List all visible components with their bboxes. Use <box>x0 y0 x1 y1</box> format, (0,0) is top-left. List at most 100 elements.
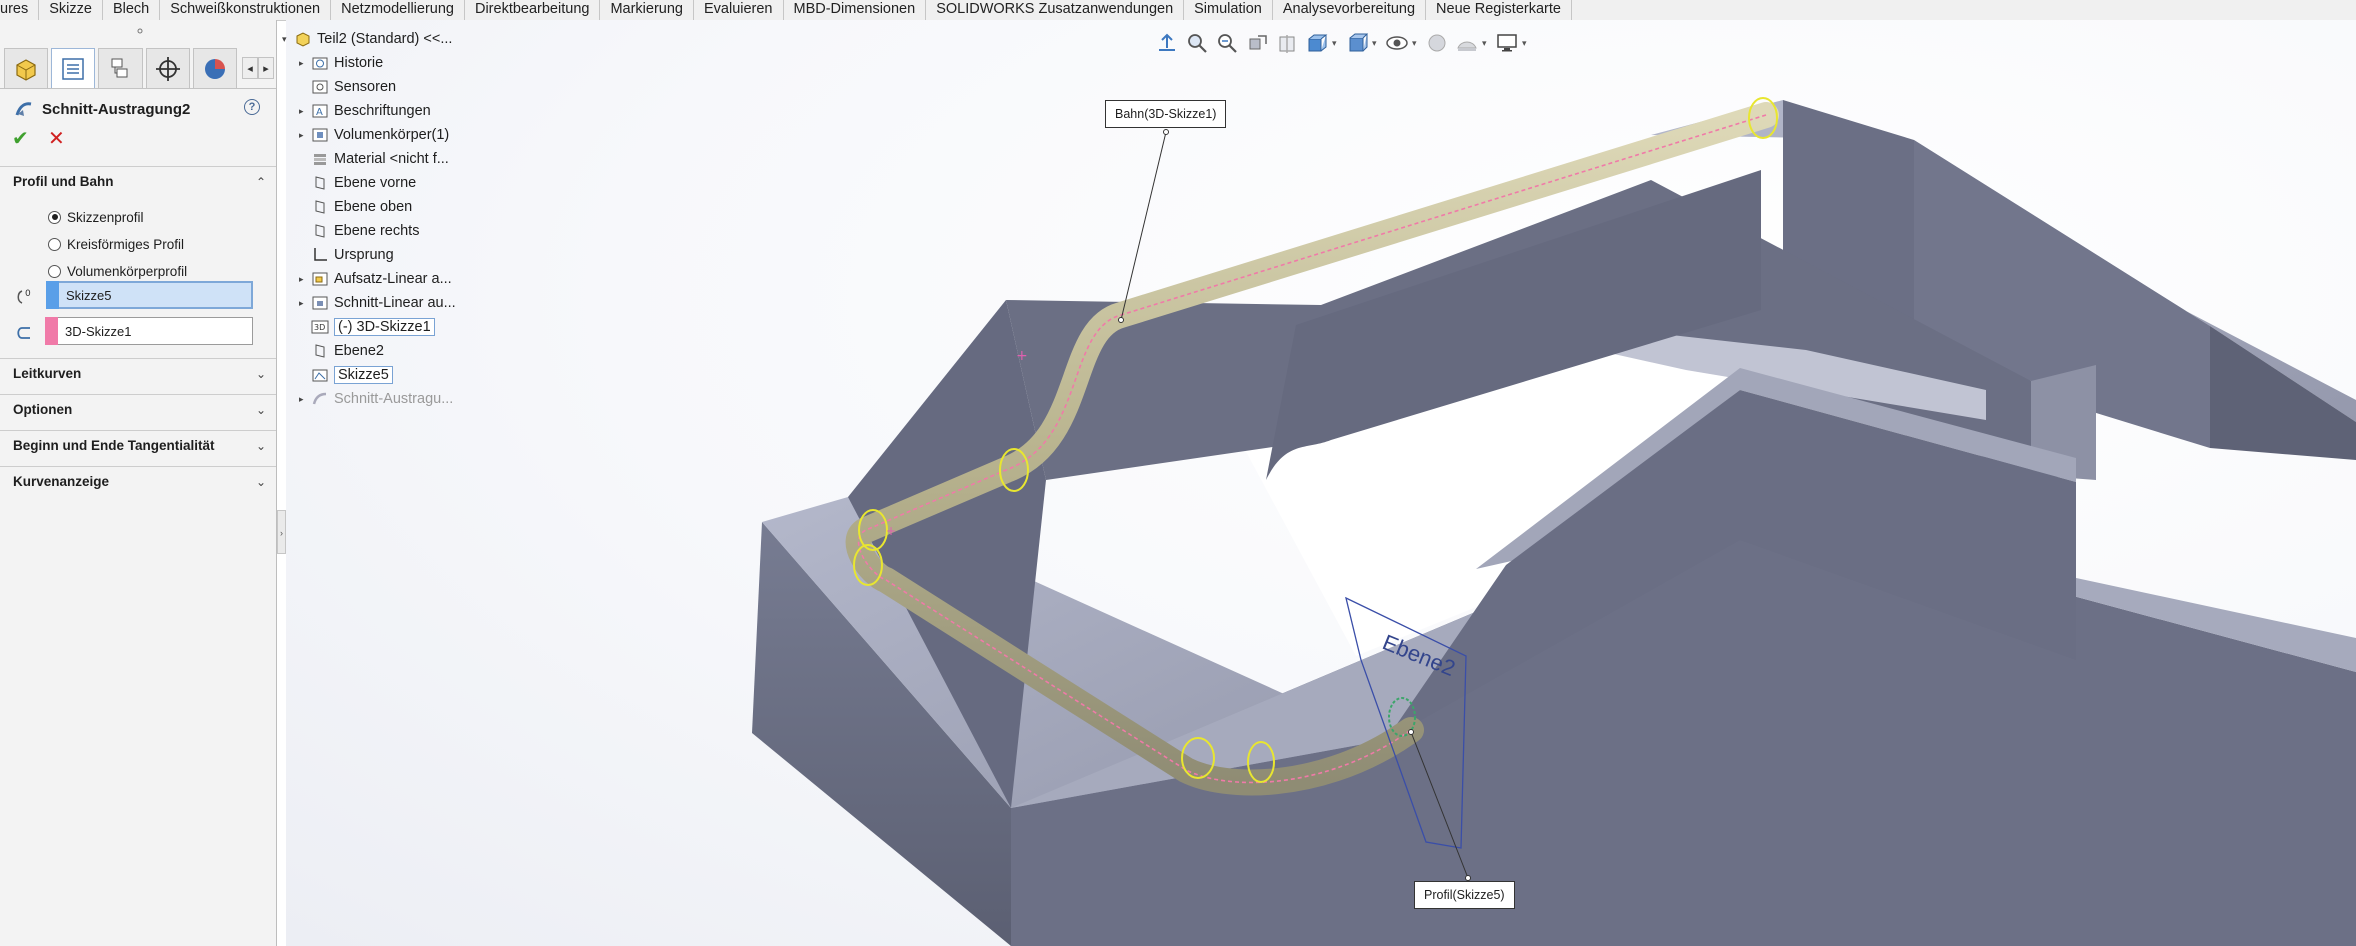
view-settings-dropdown-icon[interactable]: ▾ <box>1522 38 1532 49</box>
radio-label-sketch-profile: Skizzenprofil <box>67 209 144 225</box>
tree-item[interactable]: Ursprung <box>299 244 394 266</box>
tree-item[interactable]: ▸ Schnitt-Linear au... <box>299 292 456 314</box>
scene-dropdown-icon[interactable]: ▾ <box>1482 38 1492 49</box>
tab-property-manager[interactable] <box>51 48 96 88</box>
cancel-button[interactable]: ✕ <box>48 128 70 150</box>
tab-feature-manager[interactable] <box>4 48 49 88</box>
expand-arrow-icon[interactable]: ▸ <box>299 274 311 285</box>
tab-dimxpert-manager[interactable] <box>145 48 190 88</box>
section-view-button[interactable] <box>1272 29 1302 57</box>
expand-arrow-icon[interactable]: ▸ <box>299 58 311 69</box>
ribbon-tab[interactable]: Skizze <box>39 0 103 20</box>
callout-profile[interactable]: Profil(Skizze5) <box>1414 881 1515 909</box>
view-settings-button[interactable] <box>1492 29 1522 57</box>
ribbon-tab[interactable]: ures <box>0 0 40 20</box>
heads-up-view-toolbar: ▾ ▾ ▾ ▾ ▾ <box>1152 28 1532 58</box>
chevron-down-icon[interactable]: ⌄ <box>256 467 266 497</box>
tree-item-label: Ebene rechts <box>334 223 420 239</box>
tree-item[interactable]: Ebene rechts <box>299 220 419 242</box>
expand-arrow-icon[interactable]: ▸ <box>299 130 311 141</box>
ok-button[interactable]: ✔ <box>12 128 34 150</box>
section-curvature-display[interactable]: Kurvenanzeige ⌄ <box>0 466 276 496</box>
scene-icon <box>1457 41 1477 51</box>
expand-arrow-icon[interactable]: ▸ <box>299 298 311 309</box>
view-orientation-dropdown-icon[interactable]: ▾ <box>1332 38 1342 49</box>
tab-display-manager[interactable] <box>192 48 238 88</box>
tree-root[interactable]: ▾ Teil2 (Standard) <<... <box>282 28 452 50</box>
edit-appearance-button[interactable] <box>1422 29 1452 57</box>
tree-item[interactable]: ▸ Aufsatz-Linear a... <box>299 268 452 290</box>
ribbon-tab[interactable]: Blech <box>103 0 161 20</box>
tree-item-label: Schnitt-Austragu... <box>334 391 454 407</box>
ribbon-tab[interactable]: MBD-Dimensionen <box>784 0 927 20</box>
section-guide-curves[interactable]: Leitkurven ⌄ <box>0 358 276 388</box>
sketch3d-icon: 3D <box>311 318 329 336</box>
tree-item[interactable]: Ebene2 <box>299 340 384 362</box>
sensor-icon <box>311 78 329 96</box>
model-view[interactable]: Ebene2 + + <box>286 20 2356 946</box>
tree-item[interactable]: Sensoren <box>299 76 396 98</box>
ribbon-tab[interactable]: SOLIDWORKS Zusatzanwendungen <box>926 0 1185 20</box>
scroll-right-icon[interactable]: ▸ <box>258 57 275 79</box>
previous-view-button[interactable] <box>1242 29 1272 57</box>
panel-collapse-handle[interactable]: › <box>277 510 286 554</box>
tree-item[interactable]: Ebene vorne <box>299 172 416 194</box>
display-style-dropdown-icon[interactable]: ▾ <box>1372 38 1382 49</box>
view-orientation-cube-button[interactable] <box>1302 29 1332 57</box>
display-style-button[interactable] <box>1342 29 1372 57</box>
scroll-left-icon[interactable]: ◂ <box>242 57 259 79</box>
path-selection-icon <box>17 327 30 339</box>
section-profile-and-path[interactable]: Profil und Bahn ⌃ <box>0 166 276 196</box>
hide-show-dropdown-icon[interactable]: ▾ <box>1412 38 1422 49</box>
tree-item[interactable]: Ebene oben <box>299 196 412 218</box>
tree-item[interactable]: ▸ Volumenkörper(1) <box>299 124 449 146</box>
tree-item-label: Beschriftungen <box>334 103 431 119</box>
hide-show-items-button[interactable] <box>1382 29 1412 57</box>
ribbon-tab[interactable]: Neue Registerkarte <box>1426 0 1572 20</box>
zoom-to-fit-button[interactable] <box>1182 29 1212 57</box>
tree-item[interactable]: Material <nicht f... <box>299 148 449 170</box>
expand-arrow-icon[interactable]: ▸ <box>299 106 311 117</box>
ribbon-tab[interactable]: Schweißkonstruktionen <box>160 0 332 20</box>
zoom-to-area-button[interactable] <box>1212 29 1242 57</box>
tree-item[interactable]: ▸ A Beschriftungen <box>299 100 431 122</box>
path-selection-box[interactable]: 3D-Skizze1 <box>45 317 253 345</box>
expand-arrow-icon[interactable]: ▸ <box>299 394 311 405</box>
ribbon-tab[interactable]: Simulation <box>1184 0 1273 20</box>
tree-item-label: Ebene2 <box>334 343 384 359</box>
collapse-arrow-icon[interactable]: ▾ <box>282 34 294 45</box>
ribbon-tab[interactable]: Evaluieren <box>694 0 784 20</box>
radio-button-selected[interactable] <box>48 210 61 224</box>
radio-circular-profile[interactable]: Kreisförmiges Profil <box>48 233 184 255</box>
section-tangency[interactable]: Beginn und Ende Tangentialität ⌄ <box>0 430 276 460</box>
chevron-up-icon[interactable]: ⌃ <box>256 167 266 197</box>
chevron-down-icon[interactable]: ⌄ <box>256 395 266 425</box>
help-icon[interactable]: ? <box>244 99 260 115</box>
tree-item[interactable]: ▸ Schnitt-Austragu... <box>299 388 453 410</box>
chevron-down-icon[interactable]: ⌄ <box>256 359 266 389</box>
ribbon-tab[interactable]: Netzmodellierung <box>331 0 465 20</box>
apply-scene-button[interactable] <box>1452 29 1482 57</box>
tree-item[interactable]: Skizze5 <box>299 364 393 386</box>
ribbon-tab[interactable]: Analysevorbereitung <box>1273 0 1427 20</box>
ribbon-tab[interactable]: Direktbearbeitung <box>465 0 601 20</box>
display-style-icon <box>1349 33 1368 52</box>
tree-item[interactable]: 3D (-) 3D-Skizze1 <box>299 316 435 338</box>
radio-sketch-profile[interactable]: Skizzenprofil <box>48 206 144 228</box>
section-options[interactable]: Optionen ⌄ <box>0 394 276 424</box>
chevron-down-icon[interactable]: ⌄ <box>256 431 266 461</box>
path-color-swatch <box>45 317 58 345</box>
radio-solid-profile[interactable]: Volumenkörperprofil <box>48 260 187 282</box>
tree-item-label: Material <nicht f... <box>334 151 449 167</box>
tree-item[interactable]: ▸ Historie <box>299 52 383 74</box>
panel-grip-icon[interactable] <box>130 27 150 35</box>
radio-button[interactable] <box>48 264 61 278</box>
profile-selection-box[interactable]: Skizze5 <box>46 281 253 309</box>
svg-text:A: A <box>316 107 323 118</box>
ribbon-tab[interactable]: Markierung <box>600 0 694 20</box>
callout-path[interactable]: Bahn(3D-Skizze1) <box>1105 100 1227 128</box>
radio-label-solid-profile: Volumenkörperprofil <box>67 263 188 279</box>
tab-configuration-manager[interactable] <box>98 48 143 88</box>
radio-button[interactable] <box>48 237 61 251</box>
view-orientation-button[interactable] <box>1152 29 1182 57</box>
